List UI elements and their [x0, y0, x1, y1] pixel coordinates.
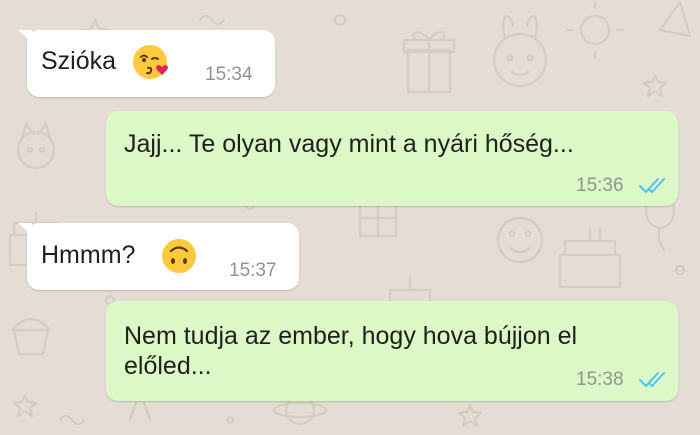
read-receipt-icon: [639, 178, 665, 193]
message-timestamp: 15:38: [576, 369, 624, 390]
message-incoming[interactable]: Szióka 15:34: [18, 30, 275, 97]
bubble-tail-icon: [18, 223, 32, 237]
upside-down-face-emoji: [159, 236, 199, 281]
message-incoming[interactable]: Hmmm? 15:37: [18, 223, 299, 290]
message-timestamp: 15:34: [205, 64, 253, 85]
message-timestamp: 15:36: [576, 175, 624, 196]
message-text: Hmmm?: [41, 241, 136, 269]
read-receipt-icon: [639, 372, 665, 387]
message-outgoing[interactable]: Nem tudja az ember, hogy hova bújjon el …: [106, 301, 678, 401]
message-text: Jajj... Te olyan vagy mint a nyári hőség…: [124, 130, 574, 158]
bubble-tail-icon: [18, 30, 32, 44]
message-outgoing[interactable]: Jajj... Te olyan vagy mint a nyári hőség…: [106, 111, 678, 206]
kissing-face-with-heart-emoji: [131, 42, 171, 87]
message-timestamp: 15:37: [229, 260, 277, 281]
message-text-line-2: előled...: [124, 352, 212, 380]
message-text: Szióka: [41, 47, 117, 75]
